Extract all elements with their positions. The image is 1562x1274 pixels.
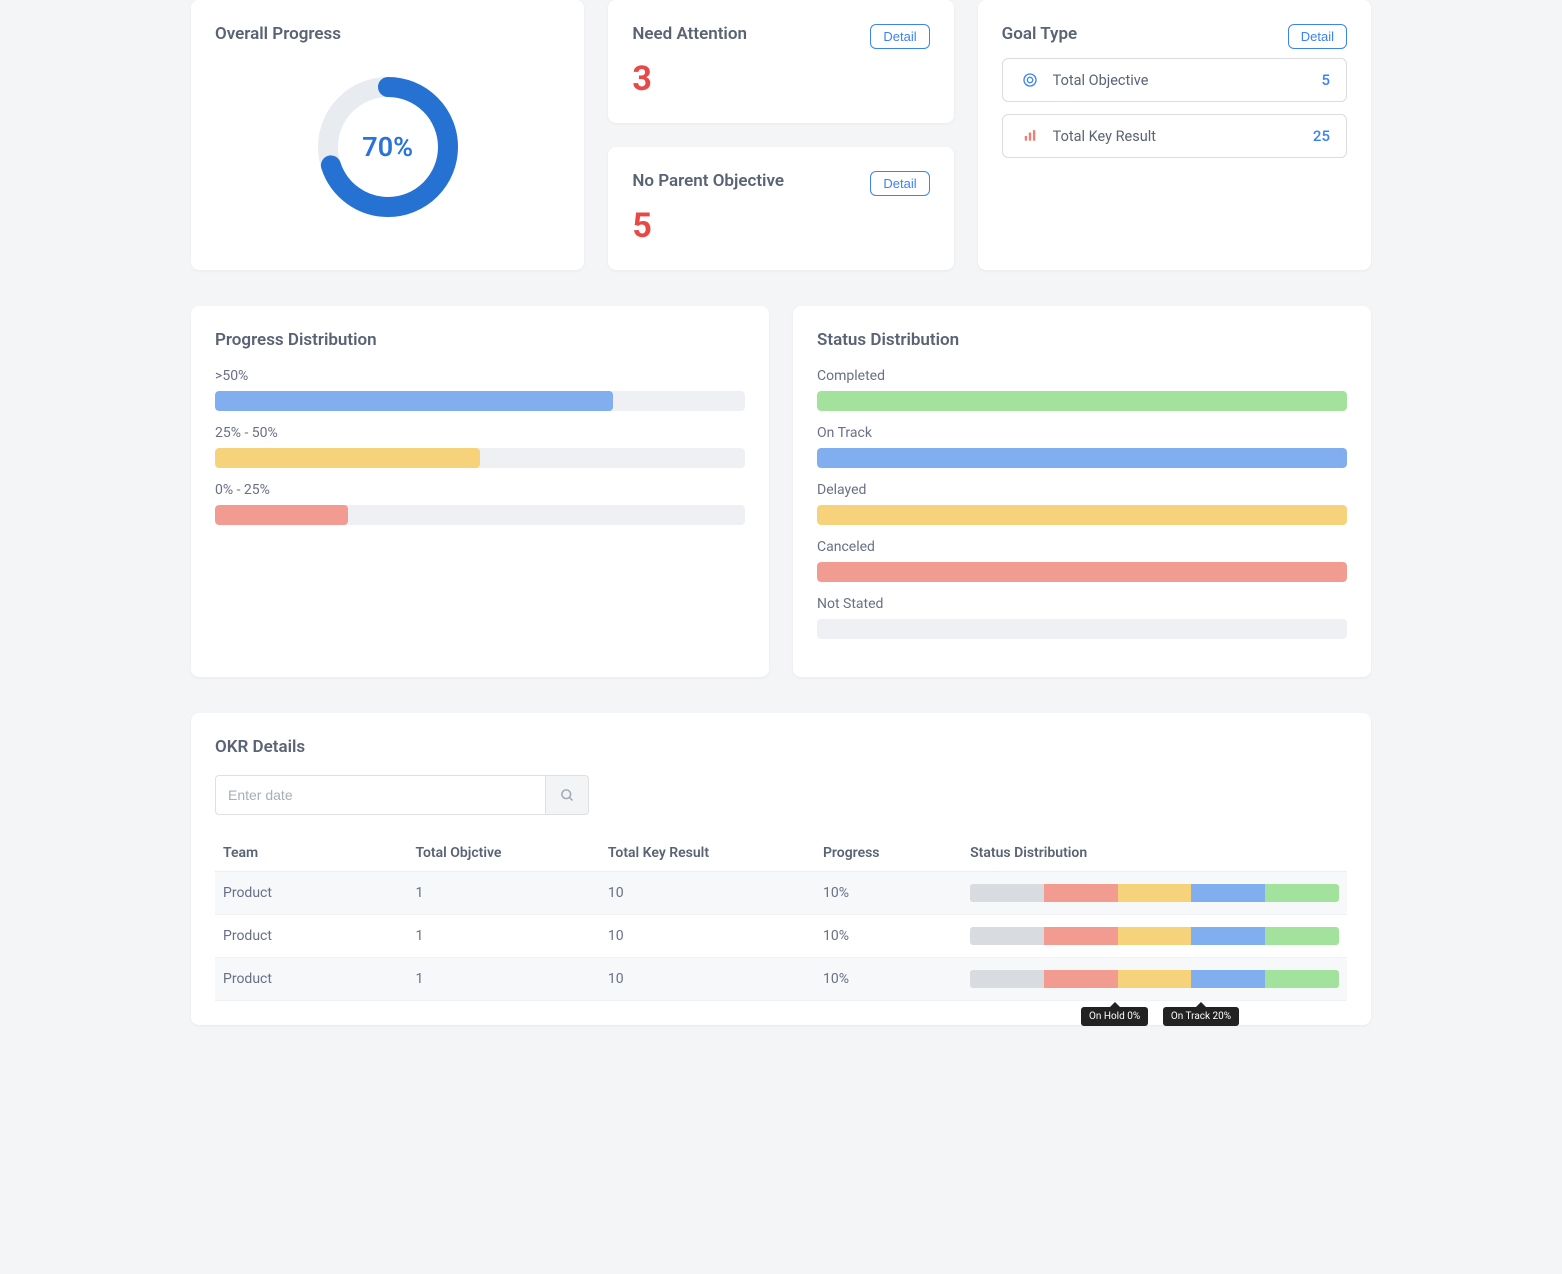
cell-team: Product: [215, 872, 407, 915]
no-parent-card: No Parent Objective Detail 5: [608, 147, 953, 270]
row-status-dist: [970, 927, 1339, 945]
status-distribution-card: Status Distribution Completed On Track Del…: [793, 306, 1371, 677]
okr-column-header[interactable]: Status Distribution: [962, 835, 1347, 872]
bar-icon: [1019, 125, 1041, 147]
status-tooltip: On Hold 0%: [1081, 1007, 1148, 1026]
goal-type-label: Total Objective: [1053, 72, 1149, 89]
progress-dist-bar: [215, 391, 745, 411]
status-dist-label: On Track: [817, 425, 1347, 441]
okr-column-header[interactable]: Total Key Result: [600, 835, 815, 872]
row-status-dist: [970, 884, 1339, 902]
okr-table: TeamTotal ObjctiveTotal Key ResultProgre…: [215, 835, 1347, 1001]
okr-column-header[interactable]: Total Objctive: [407, 835, 599, 872]
need-attention-value: 3: [632, 59, 929, 99]
progress-distribution-title: Progress Distribution: [215, 330, 745, 350]
no-parent-value: 5: [632, 206, 929, 246]
okr-column-header[interactable]: Team: [215, 835, 407, 872]
overall-progress-donut: 70%: [313, 72, 463, 222]
okr-column-header[interactable]: Progress: [815, 835, 962, 872]
goal-type-title: Goal Type: [1002, 24, 1078, 44]
table-row[interactable]: Product11010%: [215, 958, 1347, 1001]
progress-dist-label: >50%: [215, 368, 745, 384]
cell-objective: 1: [407, 958, 599, 1001]
cell-progress: 10%: [815, 872, 962, 915]
no-parent-title: No Parent Objective: [632, 171, 784, 191]
status-dist-bar: [817, 505, 1347, 525]
okr-search-button[interactable]: [545, 775, 589, 815]
cell-keyresult: 10: [600, 872, 815, 915]
cell-objective: 1: [407, 872, 599, 915]
status-dist-bar: [817, 448, 1347, 468]
cell-progress: 10%: [815, 958, 962, 1001]
need-attention-card: Need Attention Detail 3: [608, 0, 953, 123]
overall-progress-card: Overall Progress 70%: [191, 0, 584, 270]
row-status-dist: [970, 970, 1339, 988]
status-dist-row: Delayed: [817, 482, 1347, 525]
cell-keyresult: 10: [600, 958, 815, 1001]
overall-progress-percent: 70%: [313, 72, 463, 222]
search-icon: [560, 788, 575, 803]
need-attention-title: Need Attention: [632, 24, 747, 44]
target-icon: [1019, 69, 1041, 91]
goal-type-row[interactable]: Total Key Result 25: [1002, 114, 1347, 158]
cell-team: Product: [215, 958, 407, 1001]
table-row[interactable]: Product11010%: [215, 872, 1347, 915]
status-dist-row: Completed: [817, 368, 1347, 411]
cell-team: Product: [215, 915, 407, 958]
status-dist-row: Canceled: [817, 539, 1347, 582]
cell-objective: 1: [407, 915, 599, 958]
status-dist-label: Not Stated: [817, 596, 1347, 612]
goal-type-card: Goal Type Detail Total Objective 5 Total K…: [978, 0, 1371, 270]
no-parent-detail-button[interactable]: Detail: [870, 171, 929, 196]
progress-dist-row: 25% - 50%: [215, 425, 745, 468]
progress-dist-row: 0% - 25%: [215, 482, 745, 525]
status-distribution-title: Status Distribution: [817, 330, 1347, 350]
status-dist-bar: [817, 562, 1347, 582]
status-tooltip: On Track 20%: [1163, 1007, 1239, 1026]
status-dist-label: Completed: [817, 368, 1347, 384]
cell-keyresult: 10: [600, 915, 815, 958]
status-dist-row: On Track: [817, 425, 1347, 468]
okr-details-title: OKR Details: [215, 737, 1347, 757]
progress-dist-row: >50%: [215, 368, 745, 411]
status-dist-row: Not Stated: [817, 596, 1347, 639]
progress-dist-bar: [215, 448, 745, 468]
goal-type-count: 25: [1313, 127, 1330, 145]
cell-progress: 10%: [815, 915, 962, 958]
overall-progress-title: Overall Progress: [215, 24, 560, 44]
goal-type-label: Total Key Result: [1053, 128, 1156, 145]
goal-type-detail-button[interactable]: Detail: [1288, 24, 1347, 49]
status-dist-label: Canceled: [817, 539, 1347, 555]
progress-dist-bar: [215, 505, 745, 525]
progress-distribution-card: Progress Distribution >50% 25% - 50% 0% - …: [191, 306, 769, 677]
goal-type-row[interactable]: Total Objective 5: [1002, 58, 1347, 102]
table-row[interactable]: Product11010%: [215, 915, 1347, 958]
progress-dist-label: 25% - 50%: [215, 425, 745, 441]
status-dist-bar: [817, 391, 1347, 411]
okr-details-card: OKR Details TeamTotal ObjctiveTotal Key …: [191, 713, 1371, 1025]
goal-type-count: 5: [1321, 71, 1330, 89]
progress-dist-label: 0% - 25%: [215, 482, 745, 498]
need-attention-detail-button[interactable]: Detail: [870, 24, 929, 49]
status-dist-bar: [817, 619, 1347, 639]
okr-date-input[interactable]: [215, 775, 545, 815]
status-dist-label: Delayed: [817, 482, 1347, 498]
